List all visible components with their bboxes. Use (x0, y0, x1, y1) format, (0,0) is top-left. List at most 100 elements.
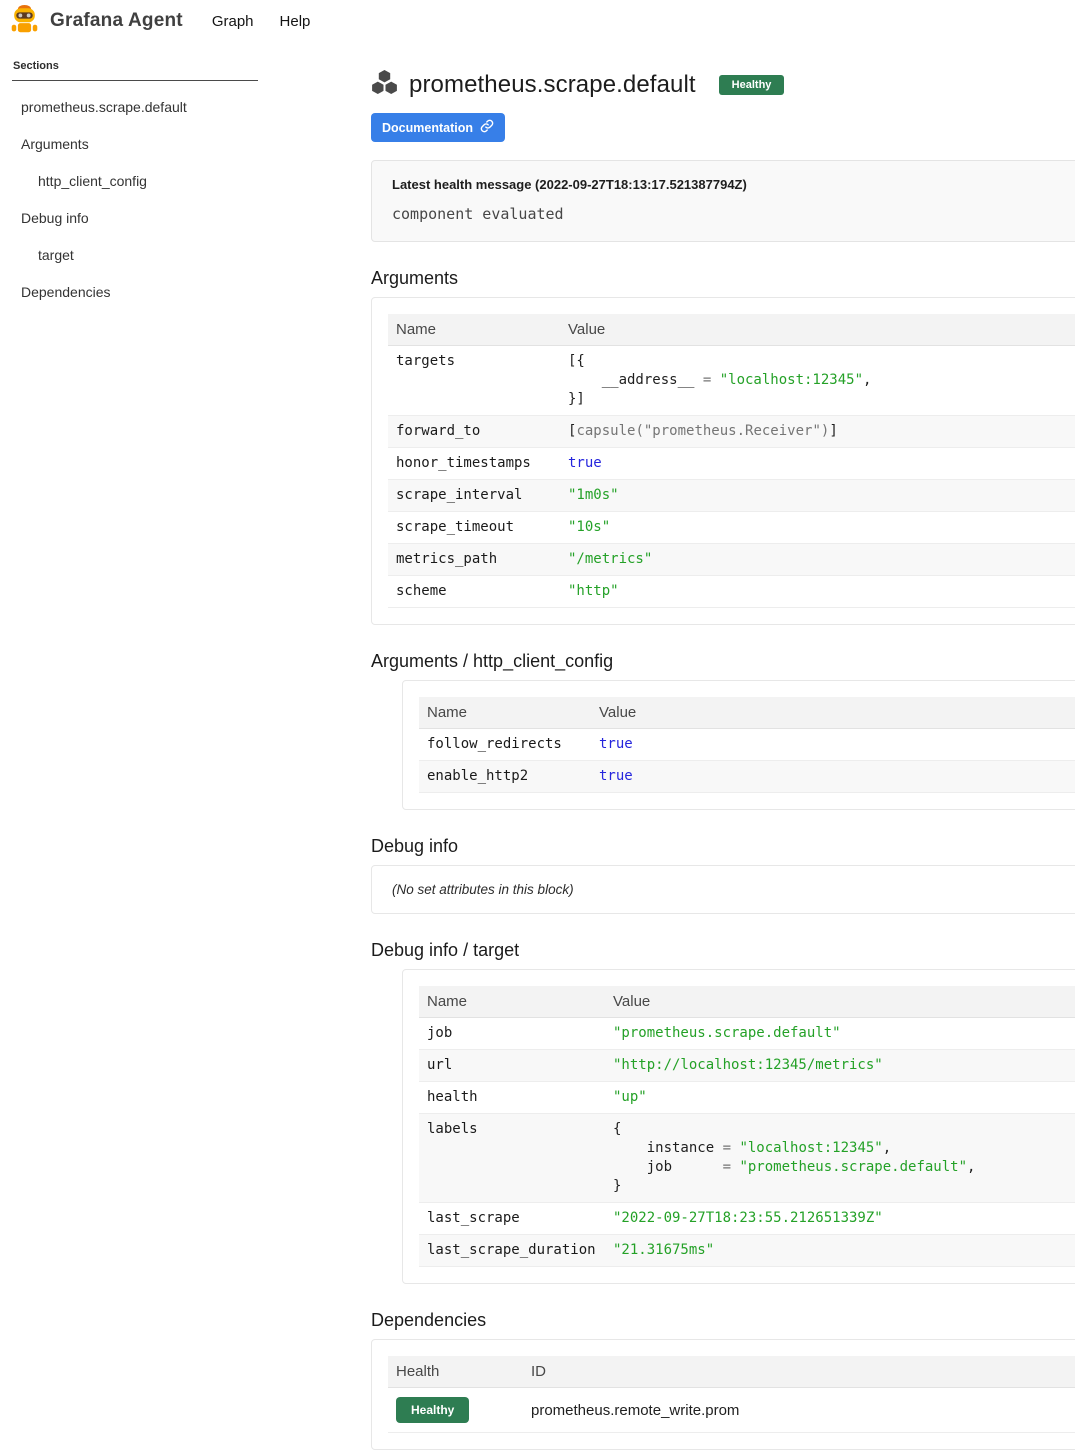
arguments-card: NameValuetargets[{ __address__ = "localh… (371, 297, 1075, 625)
table-row: enable_http2true (419, 761, 1075, 793)
sidebar-items: prometheus.scrape.defaultArgumentshttp_c… (12, 89, 262, 311)
table-row: scrape_timeout"10s" (388, 512, 1075, 544)
attr-name: job (419, 1018, 605, 1050)
attr-value: { instance = "localhost:12345", job = "p… (605, 1114, 1075, 1203)
attr-value: true (591, 761, 1075, 793)
health-message-text: component evaluated (392, 205, 1075, 223)
table-row: targets[{ __address__ = "localhost:12345… (388, 346, 1075, 416)
attr-name: honor_timestamps (388, 448, 560, 480)
sidebar-divider (12, 80, 258, 81)
attr-value: "10s" (560, 512, 1075, 544)
table-row: url"http://localhost:12345/metrics" (419, 1050, 1075, 1082)
sidebar-item-http-client-config[interactable]: http_client_config (12, 163, 262, 200)
cubes-icon (371, 70, 398, 100)
debug-target-card: NameValuejob"prometheus.scrape.default"u… (402, 969, 1075, 1284)
table-row: scrape_interval"1m0s" (388, 480, 1075, 512)
page-title: prometheus.scrape.default (409, 71, 696, 99)
top-nav: GraphHelp (199, 5, 324, 38)
attr-name: targets (388, 346, 560, 416)
attr-value: [{ __address__ = "localhost:12345",}] (560, 346, 1075, 416)
sidebar-item-target[interactable]: target (12, 237, 262, 274)
dependencies-table: HealthID Healthy prometheus.remote_write.p… (388, 1356, 1075, 1433)
sidebar-item-debug-info[interactable]: Debug info (12, 200, 262, 237)
health-message-label: Latest health message (2022-09-27T18:13:… (392, 177, 1075, 192)
column-header-health: Health (388, 1356, 523, 1388)
debug-info-heading: Debug info (371, 836, 1075, 857)
doc-row: Documentation (371, 113, 1075, 142)
dependency-health-cell: Healthy (388, 1388, 523, 1433)
attr-name: follow_redirects (419, 729, 591, 761)
attr-name: metrics_path (388, 544, 560, 576)
health-status-badge: Healthy (719, 75, 785, 95)
top-bar: Grafana Agent GraphHelp (0, 0, 1075, 42)
grafana-agent-mascot-icon (8, 2, 41, 41)
attr-value: "http://localhost:12345/metrics" (605, 1050, 1075, 1082)
sidebar-title: Sections (13, 60, 262, 72)
attr-value: "21.31675ms" (605, 1235, 1075, 1267)
dependency-row: Healthy prometheus.remote_write.prom (388, 1388, 1075, 1433)
brand-title: Grafana Agent (50, 10, 183, 32)
component-title-row: prometheus.scrape.default Healthy (371, 70, 1075, 100)
sidebar-item-arguments[interactable]: Arguments (12, 126, 262, 163)
attr-name: health (419, 1082, 605, 1114)
table-row: honor_timestampstrue (388, 448, 1075, 480)
arguments-heading: Arguments (371, 268, 1075, 289)
attr-value: "http" (560, 576, 1075, 608)
attr-name: url (419, 1050, 605, 1082)
documentation-button-label: Documentation (382, 121, 473, 135)
sidebar-item-prometheus-scrape-default[interactable]: prometheus.scrape.default (12, 89, 262, 126)
attr-name: enable_http2 (419, 761, 591, 793)
http-client-config-heading: Arguments / http_client_config (371, 651, 1075, 672)
link-icon (480, 119, 494, 136)
attr-name: scheme (388, 576, 560, 608)
table-row: scheme"http" (388, 576, 1075, 608)
table-row: labels{ instance = "localhost:12345", jo… (419, 1114, 1075, 1203)
column-header-value: Value (591, 697, 1075, 729)
table-row: job"prometheus.scrape.default" (419, 1018, 1075, 1050)
debug-target-heading: Debug info / target (371, 940, 1075, 961)
documentation-button[interactable]: Documentation (371, 113, 505, 142)
attr-name: labels (419, 1114, 605, 1203)
dependencies-heading: Dependencies (371, 1310, 1075, 1331)
table-row: forward_to[capsule("prometheus.Receiver"… (388, 416, 1075, 448)
sidebar-item-dependencies[interactable]: Dependencies (12, 274, 262, 311)
attr-name: last_scrape (419, 1203, 605, 1235)
column-header-name: Name (419, 697, 591, 729)
attr-value: [capsule("prometheus.Receiver")] (560, 416, 1075, 448)
latest-health-message-card: Latest health message (2022-09-27T18:13:… (371, 160, 1075, 242)
sections-sidebar: Sections prometheus.scrape.defaultArgume… (0, 42, 262, 311)
attr-value: true (560, 448, 1075, 480)
http-client-config-card: NameValuefollow_redirectstrueenable_http… (402, 680, 1075, 810)
attr-name: scrape_interval (388, 480, 560, 512)
brand: Grafana Agent (8, 2, 183, 41)
table-row: last_scrape"2022-09-27T18:23:55.21265133… (419, 1203, 1075, 1235)
table-row: health"up" (419, 1082, 1075, 1114)
table-row: last_scrape_duration"21.31675ms" (419, 1235, 1075, 1267)
debug-info-empty-card: (No set attributes in this block) (371, 865, 1075, 914)
attr-name: forward_to (388, 416, 560, 448)
attr-name: scrape_timeout (388, 512, 560, 544)
attr-name: last_scrape_duration (419, 1235, 605, 1267)
table-row: follow_redirectstrue (419, 729, 1075, 761)
column-header-value: Value (560, 314, 1075, 346)
attributes-table: NameValuetargets[{ __address__ = "localh… (388, 314, 1075, 608)
attr-value: true (591, 729, 1075, 761)
column-header-name: Name (419, 986, 605, 1018)
nav-link-help[interactable]: Help (267, 5, 324, 38)
attr-value: "1m0s" (560, 480, 1075, 512)
column-header-name: Name (388, 314, 560, 346)
attributes-table: NameValuejob"prometheus.scrape.default"u… (419, 986, 1075, 1267)
attr-value: "up" (605, 1082, 1075, 1114)
attr-value: "/metrics" (560, 544, 1075, 576)
attr-value: "prometheus.scrape.default" (605, 1018, 1075, 1050)
attributes-table: NameValuefollow_redirectstrueenable_http… (419, 697, 1075, 793)
dependency-id: prometheus.remote_write.prom (523, 1388, 1075, 1433)
component-detail: prometheus.scrape.default Healthy Docume… (371, 70, 1075, 1450)
dependencies-card: HealthID Healthy prometheus.remote_write.p… (371, 1339, 1075, 1450)
nav-link-graph[interactable]: Graph (199, 5, 267, 38)
attr-value: "2022-09-27T18:23:55.212651339Z" (605, 1203, 1075, 1235)
dependency-health-badge: Healthy (396, 1397, 469, 1423)
table-row: metrics_path"/metrics" (388, 544, 1075, 576)
column-header-value: Value (605, 986, 1075, 1018)
column-header-id: ID (523, 1356, 1075, 1388)
